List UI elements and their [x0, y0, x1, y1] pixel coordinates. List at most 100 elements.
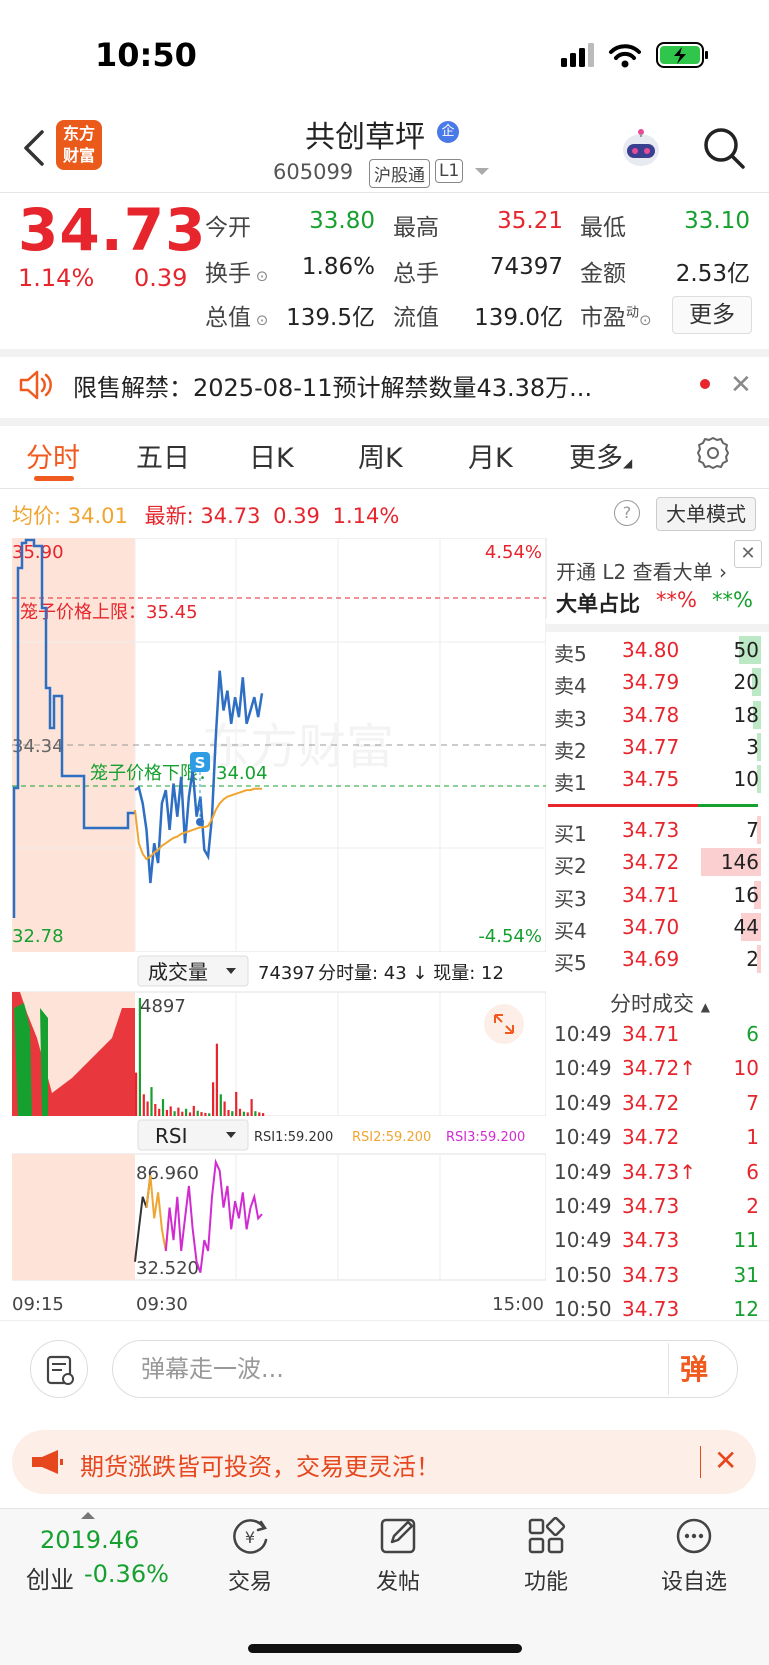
- ask-row[interactable]: 卖5 34.80 50: [546, 634, 761, 666]
- edit-icon: [380, 1518, 416, 1554]
- bid-row[interactable]: 买5 34.69 2: [546, 943, 761, 975]
- level-tag[interactable]: L1: [435, 159, 464, 183]
- tab-five-day[interactable]: 五日: [136, 436, 190, 475]
- status-icons: [561, 42, 708, 68]
- tick-qty: 31: [733, 1262, 759, 1287]
- status-time: 10:50: [95, 36, 197, 74]
- volume-period: 分时量: 43 ↓ 现量: 12: [318, 963, 504, 984]
- quote-label: 金额: [580, 261, 626, 287]
- more-quote-button[interactable]: 更多: [672, 296, 752, 334]
- nav-features[interactable]: 功能: [496, 1514, 596, 1596]
- quote-label: 最低: [580, 215, 626, 241]
- help-icon[interactable]: ?: [614, 500, 640, 526]
- order-price: 34.78: [622, 702, 680, 727]
- bid-row[interactable]: 买1 34.73 7: [546, 814, 761, 846]
- quote-label: 今开: [205, 215, 251, 241]
- volume-bar: [215, 1043, 218, 1116]
- ask-row[interactable]: 卖3 34.78 18: [546, 699, 761, 731]
- close-icon[interactable]: ✕: [730, 370, 752, 400]
- quote-value: 33.10: [684, 208, 750, 234]
- bid-row[interactable]: 买4 34.70 44: [546, 911, 761, 943]
- volume-max-label: 4897: [140, 996, 186, 1017]
- market-tag: 沪股通: [369, 159, 430, 188]
- price-axis-bottom: 32.78: [12, 926, 64, 947]
- tick-price: 34.72↑: [622, 1056, 697, 1081]
- svg-text:成交量: 成交量: [148, 960, 208, 984]
- index-name[interactable]: 创业: [26, 1560, 74, 1595]
- bid-row[interactable]: 买3 34.71 16: [546, 879, 761, 911]
- bid-row[interactable]: 买2 34.72 146: [546, 846, 761, 878]
- back-icon[interactable]: [20, 128, 50, 168]
- nav-post[interactable]: 发帖: [348, 1514, 448, 1596]
- volume-bar: [165, 1110, 168, 1116]
- ticks-title[interactable]: 分时成交 ▲: [610, 988, 710, 1018]
- info-icon[interactable]: ⊙: [639, 311, 652, 329]
- gear-icon[interactable]: [696, 436, 730, 470]
- rsi-min-label: 32.520: [136, 1258, 199, 1279]
- pct-axis-bottom: -4.54%: [478, 926, 542, 947]
- volume-bar: [254, 1111, 257, 1116]
- home-indicator: [248, 1644, 522, 1653]
- chevron-down-icon[interactable]: [475, 168, 489, 175]
- close-icon[interactable]: ✕: [714, 1444, 737, 1477]
- volume-bar: [242, 1111, 245, 1116]
- tick-row: 10:49 34.73↑ 6: [546, 1156, 761, 1188]
- order-qty: 16: [733, 882, 759, 907]
- rsi2-label: RSI2:59.200: [352, 1130, 431, 1145]
- close-icon[interactable]: ✕: [734, 540, 762, 568]
- robot-assistant-icon[interactable]: [618, 126, 664, 172]
- volume-bar: [219, 1094, 222, 1116]
- tick-qty: 2: [746, 1194, 759, 1218]
- ask-row[interactable]: 卖2 34.77 3: [546, 731, 761, 763]
- divider: [668, 1343, 669, 1395]
- tick-time: 10:49: [554, 1090, 612, 1115]
- ask-row[interactable]: 卖1 34.75 10: [546, 763, 761, 795]
- megaphone-icon: [32, 1450, 63, 1474]
- info-icon[interactable]: ⊙: [251, 267, 269, 285]
- order-level: 买5: [554, 951, 587, 976]
- order-qty: 10: [733, 767, 759, 792]
- big-order-mode-button[interactable]: 大单模式: [656, 497, 756, 531]
- volume-bar: [196, 1110, 199, 1116]
- index-pct[interactable]: -0.36%: [84, 1560, 169, 1588]
- tab-weekly-k[interactable]: 周K: [358, 436, 403, 475]
- intraday-chart[interactable]: 东方财富 35.90 34.34 32.78 4.54% -4.54% 笼子价格…: [12, 538, 546, 1320]
- nav-trade[interactable]: ¥ 交易: [200, 1514, 300, 1596]
- danmu-send-button[interactable]: 弹: [680, 1348, 708, 1388]
- tab-more[interactable]: 更多◢: [569, 436, 632, 475]
- lower-limit-label: 笼子价格下限：34.04: [90, 763, 268, 784]
- order-price: 34.79: [622, 670, 680, 695]
- svg-text:¥: ¥: [245, 1528, 255, 1547]
- app-logo[interactable]: 东方 财富: [56, 120, 102, 170]
- big-order-ratio-sell: **%: [712, 588, 753, 612]
- tab-intraday[interactable]: 分时: [26, 436, 80, 475]
- quote-value: 2.53亿: [675, 261, 750, 287]
- volume-bar: [262, 1113, 265, 1116]
- danmu-input[interactable]: 弹幕走一波...: [112, 1340, 738, 1398]
- rsi1-label: RSI1:59.200: [254, 1130, 333, 1145]
- volume-bar: [192, 1105, 195, 1116]
- tab-daily-k[interactable]: 日K: [249, 436, 294, 475]
- l2-banner[interactable]: 开通 L2 查看大单 ›: [556, 556, 727, 585]
- index-value[interactable]: 2019.46: [40, 1526, 139, 1554]
- ask-row[interactable]: 卖4 34.79 20: [546, 666, 761, 698]
- order-price: 34.75: [622, 767, 680, 792]
- tick-qty: 11: [733, 1228, 759, 1253]
- order-price: 34.80: [622, 638, 680, 662]
- announcement-button[interactable]: [30, 1340, 88, 1398]
- big-order-ratio-buy: **%: [656, 588, 697, 612]
- quote-label: 换手 ⊙: [205, 261, 269, 287]
- tick-price: 34.73: [622, 1228, 680, 1253]
- nav-watchlist[interactable]: 设自选: [644, 1514, 744, 1596]
- notice-text[interactable]: 限售解禁：2025-08-11预计解禁数量43.38万...: [73, 368, 592, 403]
- info-icon[interactable]: ⊙: [251, 311, 269, 329]
- tick-row: 10:49 34.72↑ 10: [546, 1052, 761, 1084]
- order-qty: 18: [733, 702, 759, 727]
- caret-up-icon[interactable]: [81, 1512, 95, 1519]
- speaker-icon: [19, 370, 52, 400]
- search-icon[interactable]: [702, 126, 746, 170]
- tab-monthly-k[interactable]: 月K: [468, 436, 513, 475]
- promo-text[interactable]: 期货涨跌皆可投资，交易更灵活！: [80, 1447, 440, 1482]
- quote-value: 35.21: [497, 208, 563, 234]
- volume-bar: [200, 1112, 203, 1116]
